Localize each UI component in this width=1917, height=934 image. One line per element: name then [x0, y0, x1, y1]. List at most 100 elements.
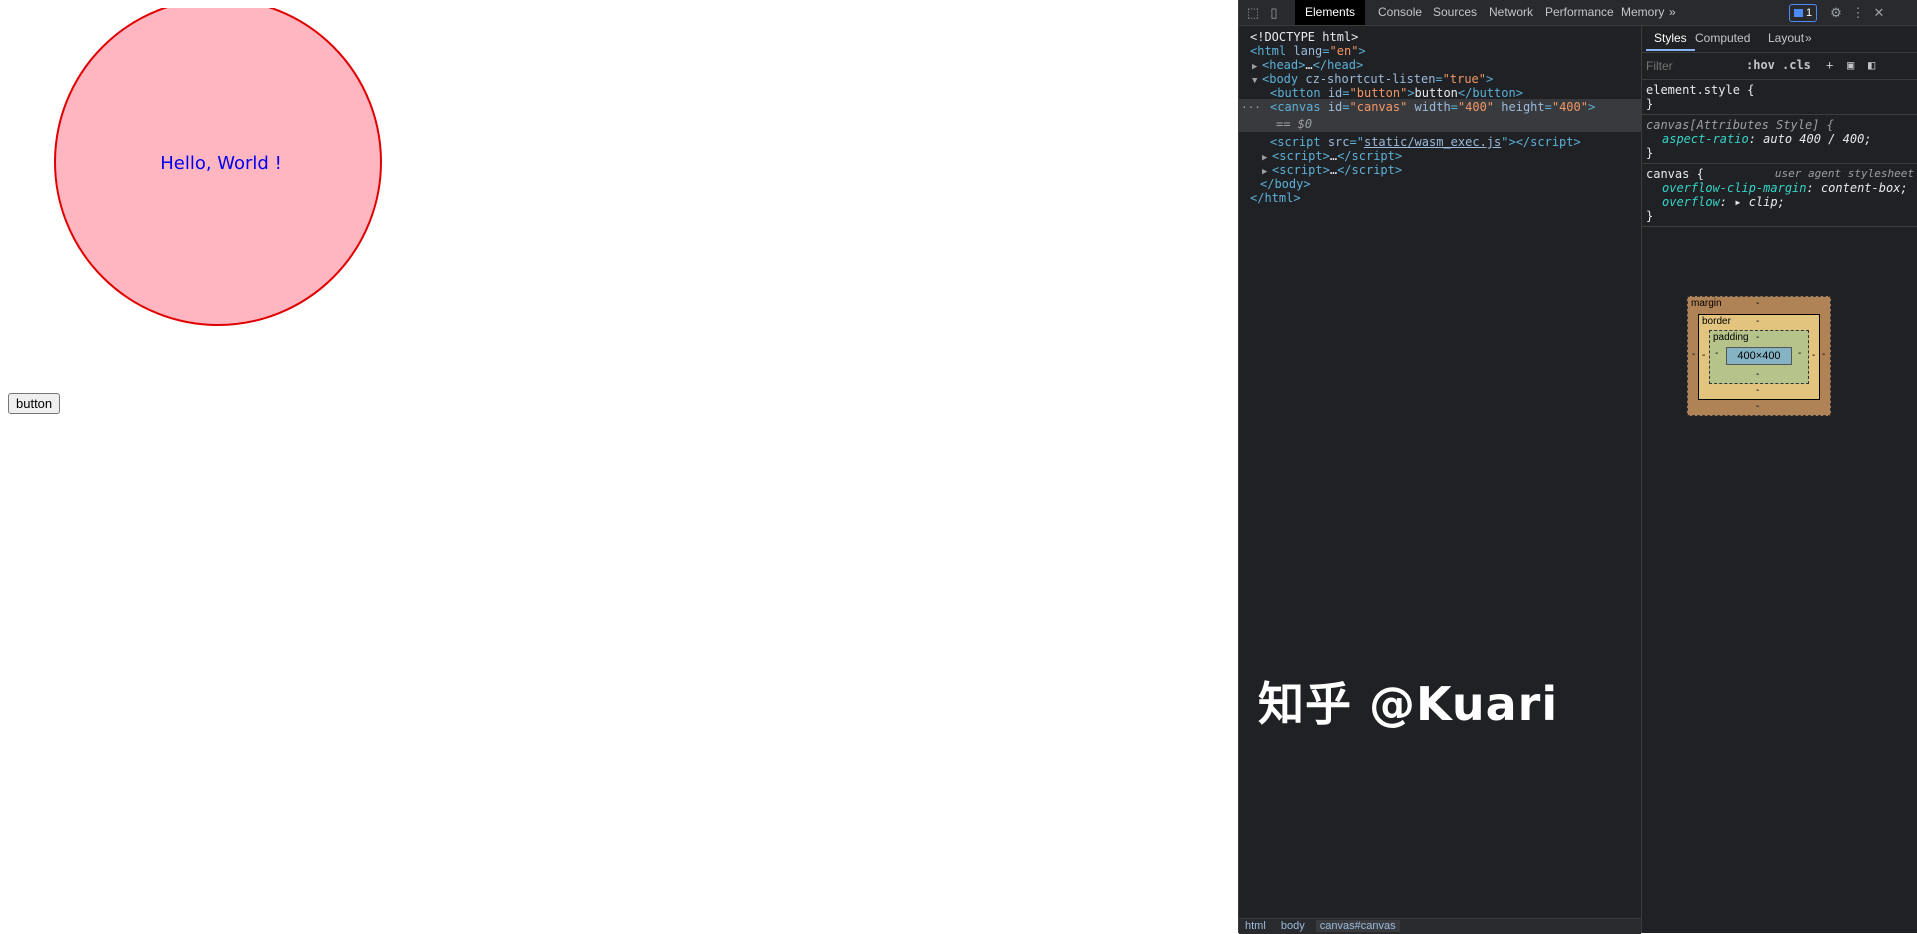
devtools-panel: ⬚ ▯ Elements Console Sources Network Per…: [1238, 0, 1917, 934]
breadcrumb-html[interactable]: html: [1245, 920, 1266, 932]
kebab-menu-icon[interactable]: ⋮: [1849, 4, 1867, 22]
margin-top-value[interactable]: -: [1756, 298, 1759, 309]
margin-label: margin: [1691, 298, 1722, 309]
border-right-value[interactable]: -: [1812, 350, 1815, 361]
devtools-toolbar: ⬚ ▯ Elements Console Sources Network Per…: [1239, 0, 1917, 26]
tree-html-close[interactable]: </html>: [1239, 190, 1641, 207]
watermark: 知乎 @Kuari: [1258, 677, 1559, 731]
rule-close: }: [1646, 97, 1654, 111]
script-tag: script: [1279, 149, 1323, 163]
button-close-tag: button: [1472, 86, 1516, 100]
plus-icon[interactable]: +: [1826, 58, 1833, 72]
breadcrumb: html body canvas#canvas: [1239, 918, 1641, 934]
sidebar-toggle-icon[interactable]: ◧: [1868, 58, 1875, 72]
canvas-tag: canvas: [1277, 100, 1321, 114]
dollar-zero-ref: == $0: [1276, 117, 1313, 131]
prop-name[interactable]: overflow-clip-margin: [1646, 181, 1807, 195]
rule-canvas-attributes[interactable]: canvas[Attributes Style] { aspect-ratio:…: [1642, 115, 1917, 164]
padding-bottom-value[interactable]: -: [1756, 369, 1759, 380]
rule-selector: canvas[Attributes Style] {: [1646, 118, 1834, 132]
margin-right-value[interactable]: -: [1822, 349, 1825, 360]
rule-close: }: [1646, 209, 1654, 223]
script-tag: script: [1277, 135, 1321, 149]
inspect-element-icon[interactable]: ⬚: [1244, 4, 1262, 22]
styles-tabs: Styles Computed Layout »: [1642, 26, 1917, 53]
styles-pane: Styles Computed Layout » :hov .cls + ▣ ◧…: [1641, 26, 1917, 933]
script-ellipsis: …: [1329, 163, 1338, 177]
button-text: button: [1414, 86, 1458, 100]
canvas-hello-text: Hello, World !: [160, 153, 282, 174]
elements-tree: <!DOCTYPE html> <html lang="en"> ▶ <head>…: [1239, 26, 1641, 918]
tab-computed[interactable]: Computed: [1687, 26, 1758, 51]
cls-toggle[interactable]: .cls: [1782, 58, 1811, 72]
prop-value[interactable]: clip;: [1749, 195, 1785, 209]
script-src-link[interactable]: static/wasm_exec.js: [1364, 135, 1501, 149]
padding-left-value[interactable]: -: [1715, 348, 1718, 359]
rule-canvas-ua[interactable]: canvas { user agent stylesheet overflow-…: [1642, 164, 1917, 227]
device-toolbar-icon[interactable]: ▯: [1265, 4, 1283, 22]
border-bottom-value[interactable]: -: [1756, 385, 1759, 396]
body-attr-val: "true": [1442, 72, 1487, 86]
issues-badge[interactable]: 1: [1789, 4, 1818, 22]
button-tag: button: [1277, 86, 1321, 100]
html-attr: lang: [1293, 44, 1323, 58]
box-border[interactable]: border - - - - padding - - - - 400×400: [1698, 314, 1820, 400]
html-attr-val: "en": [1329, 44, 1359, 58]
border-left-value[interactable]: -: [1702, 350, 1705, 361]
script-tag: script: [1279, 163, 1323, 177]
script-ellipsis: …: [1329, 149, 1338, 163]
doctype-text: <!DOCTYPE html>: [1250, 30, 1359, 44]
script-close-tag: script: [1351, 163, 1395, 177]
hov-toggle[interactable]: :hov: [1746, 58, 1775, 72]
tab-elements[interactable]: Elements: [1295, 0, 1366, 25]
styles-filter-input[interactable]: [1646, 58, 1726, 74]
head-tag: head: [1269, 58, 1299, 72]
more-tabs-chevron-icon[interactable]: »: [1797, 26, 1820, 51]
padding-top-value[interactable]: -: [1756, 332, 1759, 343]
head-ellipsis: …: [1305, 58, 1313, 72]
html-tag: html: [1257, 44, 1287, 58]
body-close-tag: </body>: [1260, 177, 1311, 191]
box-padding[interactable]: padding - - - - 400×400: [1709, 330, 1809, 384]
page-button[interactable]: button: [8, 393, 61, 414]
prop-name[interactable]: aspect-ratio: [1646, 132, 1749, 146]
canvas-id: "canvas": [1349, 100, 1408, 114]
rule-origin: user agent stylesheet: [1774, 167, 1914, 180]
padding-right-value[interactable]: -: [1798, 348, 1801, 359]
paint-brush-icon[interactable]: ▣: [1847, 58, 1854, 72]
more-dots-icon[interactable]: ···: [1241, 99, 1261, 116]
body-attr: cz-shortcut-listen: [1305, 72, 1436, 86]
prop-value[interactable]: auto 400 / 400;: [1763, 132, 1871, 146]
page-viewport: Hello, World ! button: [0, 0, 1238, 933]
box-model-diagram: margin - - - - border - - - - padding - …: [1687, 296, 1831, 416]
script-close-tag: script: [1530, 135, 1574, 149]
body-tag: body: [1269, 72, 1299, 86]
close-icon[interactable]: ✕: [1870, 4, 1888, 22]
margin-left-value[interactable]: -: [1692, 349, 1695, 360]
box-content[interactable]: 400×400: [1726, 347, 1792, 365]
border-top-value[interactable]: -: [1756, 316, 1759, 327]
tree-canvas-selected[interactable]: ··· <canvas id="canvas" width="400" heig…: [1239, 99, 1641, 132]
html-close-tag: </html>: [1250, 191, 1301, 205]
prop-value[interactable]: content-box;: [1821, 181, 1908, 195]
tab-network[interactable]: Network: [1479, 0, 1543, 25]
rule-selector: element.style {: [1646, 83, 1755, 97]
canvas-width: "400": [1457, 100, 1495, 114]
script-close-tag: script: [1351, 149, 1395, 163]
button-id: "button": [1349, 86, 1408, 100]
message-icon: [1794, 9, 1803, 17]
canvas-height: "400": [1551, 100, 1588, 114]
issues-count: 1: [1806, 7, 1813, 19]
padding-label: padding: [1713, 332, 1749, 343]
more-tabs-chevron-icon[interactable]: »: [1659, 0, 1686, 25]
box-margin[interactable]: margin - - - - border - - - - padding - …: [1687, 296, 1831, 416]
rule-element-style[interactable]: element.style { }: [1642, 80, 1917, 115]
gear-icon[interactable]: ⚙: [1827, 4, 1845, 22]
margin-bottom-value[interactable]: -: [1756, 401, 1759, 412]
prop-name[interactable]: overflow: [1646, 195, 1720, 209]
rule-close: }: [1646, 146, 1654, 160]
canvas[interactable]: Hello, World !: [8, 8, 408, 408]
tab-sources[interactable]: Sources: [1423, 0, 1487, 25]
breadcrumb-body[interactable]: body: [1281, 920, 1305, 932]
breadcrumb-canvas[interactable]: canvas#canvas: [1315, 920, 1400, 932]
